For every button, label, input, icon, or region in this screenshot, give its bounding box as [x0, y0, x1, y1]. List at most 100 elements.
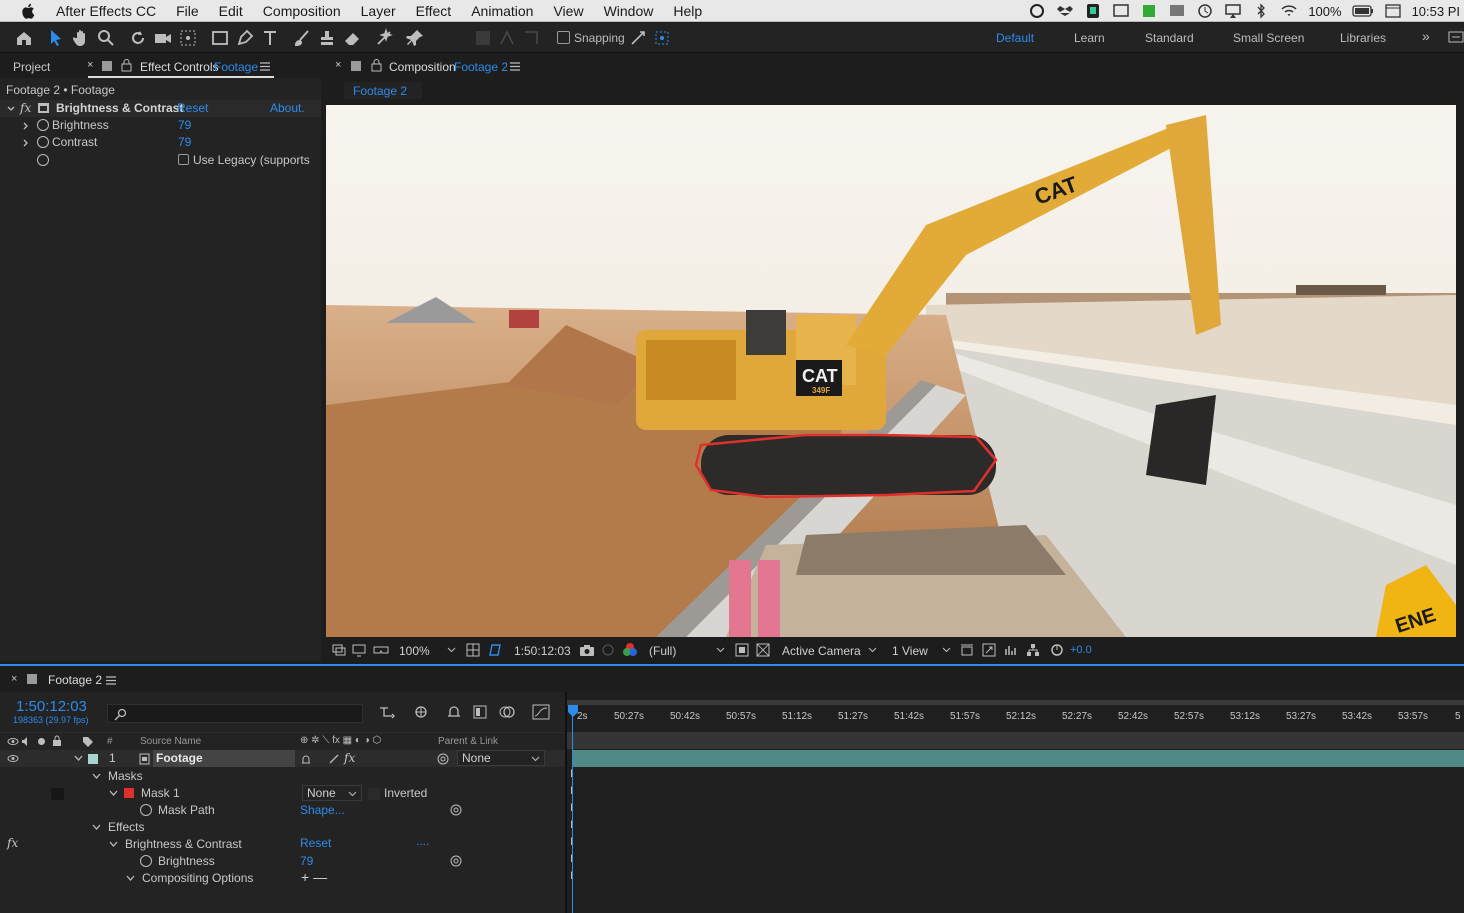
masks-group-row[interactable]: Masks: [0, 768, 565, 785]
color-channels-icon[interactable]: [622, 642, 638, 658]
chevron-down-icon[interactable]: [92, 824, 101, 831]
toggle-pixel-aspect-icon[interactable]: [960, 643, 974, 657]
work-area-bar[interactable]: [567, 700, 1464, 705]
puppet-pin-tool-icon[interactable]: [405, 28, 425, 48]
eye-icon[interactable]: [7, 737, 19, 746]
menu-animation[interactable]: Animation: [471, 3, 533, 19]
audio-icon[interactable]: [21, 736, 32, 747]
creative-cloud-icon[interactable]: [1028, 3, 1046, 19]
always-preview-icon[interactable]: [332, 643, 346, 657]
close-tab-icon[interactable]: ×: [11, 673, 17, 685]
workspace-standard[interactable]: Standard: [1145, 31, 1194, 45]
chevron-right-icon[interactable]: [22, 122, 30, 130]
mask-path-value[interactable]: Shape...: [300, 803, 345, 817]
playhead-line[interactable]: [572, 716, 573, 913]
chevron-down-icon[interactable]: [126, 875, 135, 882]
effect-reset-link[interactable]: Reset: [300, 836, 331, 850]
tab-composition-name[interactable]: Footage 2: [454, 60, 508, 74]
effects-group-row[interactable]: Effects: [0, 819, 565, 836]
pick-whip-icon[interactable]: [450, 804, 462, 816]
mask-path-row[interactable]: Mask Path Shape...: [0, 802, 565, 819]
effect-brightness-contrast-row[interactable]: fx Brightness & Contrast Reset ....: [0, 834, 565, 853]
shy-layers-icon[interactable]: [445, 704, 463, 720]
time-machine-icon[interactable]: [1196, 3, 1214, 19]
timeline-current-time[interactable]: 1:50:12:03: [16, 698, 87, 715]
layer-name-field[interactable]: Footage: [153, 750, 295, 767]
effect-brightness-value[interactable]: 79: [300, 854, 313, 868]
playhead-handle-icon[interactable]: [567, 704, 579, 718]
stopwatch-icon[interactable]: [37, 154, 49, 166]
layer-duration-bar[interactable]: [573, 750, 1464, 767]
chevron-right-icon[interactable]: [22, 139, 30, 147]
chevron-down-icon[interactable]: [447, 647, 456, 653]
shy-switch-icon[interactable]: [300, 753, 312, 765]
clock[interactable]: 10:53 PI: [1412, 4, 1460, 19]
tab-project[interactable]: Project: [13, 60, 50, 74]
composition-viewer[interactable]: CAT CAT 349F ENE: [326, 105, 1456, 637]
stopwatch-icon[interactable]: [140, 804, 152, 816]
frame-blending-icon[interactable]: [472, 704, 488, 720]
timeline-search-input[interactable]: [107, 704, 363, 723]
menu-window[interactable]: Window: [604, 3, 654, 19]
use-legacy-checkbox[interactable]: [178, 154, 189, 165]
camera-tool-icon[interactable]: [153, 28, 173, 48]
stopwatch-icon[interactable]: [140, 855, 152, 867]
type-tool-icon[interactable]: [260, 28, 280, 48]
fast-previews-icon[interactable]: [982, 643, 996, 657]
label-tag-icon[interactable]: [82, 736, 94, 748]
clone-stamp-tool-icon[interactable]: [317, 28, 337, 48]
workspace-overflow-icon[interactable]: »: [1422, 28, 1430, 44]
pan-behind-tool-icon[interactable]: [178, 28, 198, 48]
time-ruler[interactable]: 2s 50:27s 50:42s 50:57s 51:12s 51:27s 51…: [567, 707, 1464, 729]
time-graph[interactable]: 2s 50:27s 50:42s 50:57s 51:12s 51:27s 51…: [567, 692, 1464, 913]
layer-label-color[interactable]: [88, 754, 98, 764]
timeline-icon[interactable]: [1004, 643, 1018, 657]
view-layout-dropdown[interactable]: 1 View: [892, 644, 928, 658]
mask-color-swatch[interactable]: [124, 788, 134, 798]
effect-options-link[interactable]: ....: [416, 834, 429, 848]
menu-effect[interactable]: Effect: [416, 3, 452, 19]
source-name-header[interactable]: Source Name: [140, 736, 201, 747]
calendar-icon[interactable]: [1384, 3, 1402, 19]
viewer-current-time[interactable]: 1:50:12:03: [514, 644, 571, 658]
roto-brush-tool-icon[interactable]: [374, 28, 394, 48]
chevron-down-icon[interactable]: [109, 790, 118, 797]
title-action-safe-icon[interactable]: [466, 643, 480, 657]
close-tab-icon[interactable]: ×: [87, 59, 93, 71]
menu-composition[interactable]: Composition: [263, 3, 341, 19]
menu-file[interactable]: File: [176, 3, 199, 19]
tab-timeline-footage-2[interactable]: Footage 2: [48, 673, 102, 687]
show-snapshot-icon[interactable]: [601, 643, 615, 657]
chevron-down-icon[interactable]: [868, 647, 877, 653]
active-camera-dropdown[interactable]: Active Camera: [782, 644, 861, 658]
comp-mini-flowchart-icon[interactable]: [378, 704, 396, 720]
monitor-icon[interactable]: [352, 643, 366, 657]
fx-switch-icon[interactable]: fx: [344, 751, 355, 765]
pick-whip-icon[interactable]: [450, 855, 462, 867]
mask-visibility-icon[interactable]: [488, 643, 502, 657]
panel-menu-icon[interactable]: [106, 676, 116, 685]
search-help-icon[interactable]: [1448, 30, 1464, 44]
fx-icon[interactable]: fx: [20, 101, 31, 115]
effect-about-link[interactable]: About.: [270, 101, 305, 115]
contrast-value[interactable]: 79: [178, 135, 191, 149]
solo-icon[interactable]: [38, 738, 45, 745]
workspace-libraries[interactable]: Libraries: [1340, 31, 1386, 45]
draft-3d-icon[interactable]: [412, 704, 430, 720]
axis-local-icon[interactable]: [473, 28, 493, 48]
mask-1-row[interactable]: Mask 1 None Inverted: [0, 785, 565, 802]
tab-composition[interactable]: Composition: [389, 60, 456, 74]
stopwatch-icon[interactable]: [37, 119, 49, 131]
magnification-dropdown[interactable]: 100%: [399, 644, 430, 658]
stopwatch-icon[interactable]: [37, 136, 49, 148]
exposure-value[interactable]: +0.0: [1070, 644, 1092, 656]
rotation-tool-icon[interactable]: [128, 28, 148, 48]
flowchart-icon[interactable]: [1026, 643, 1040, 657]
chevron-down-icon[interactable]: [74, 755, 83, 762]
chevron-down-icon[interactable]: [109, 841, 118, 848]
bluetooth-icon[interactable]: [1252, 3, 1270, 19]
menu-edit[interactable]: Edit: [219, 3, 243, 19]
panel-menu-icon[interactable]: [260, 62, 270, 71]
quality-switch-icon[interactable]: [328, 753, 340, 765]
lock-icon[interactable]: [121, 59, 132, 72]
